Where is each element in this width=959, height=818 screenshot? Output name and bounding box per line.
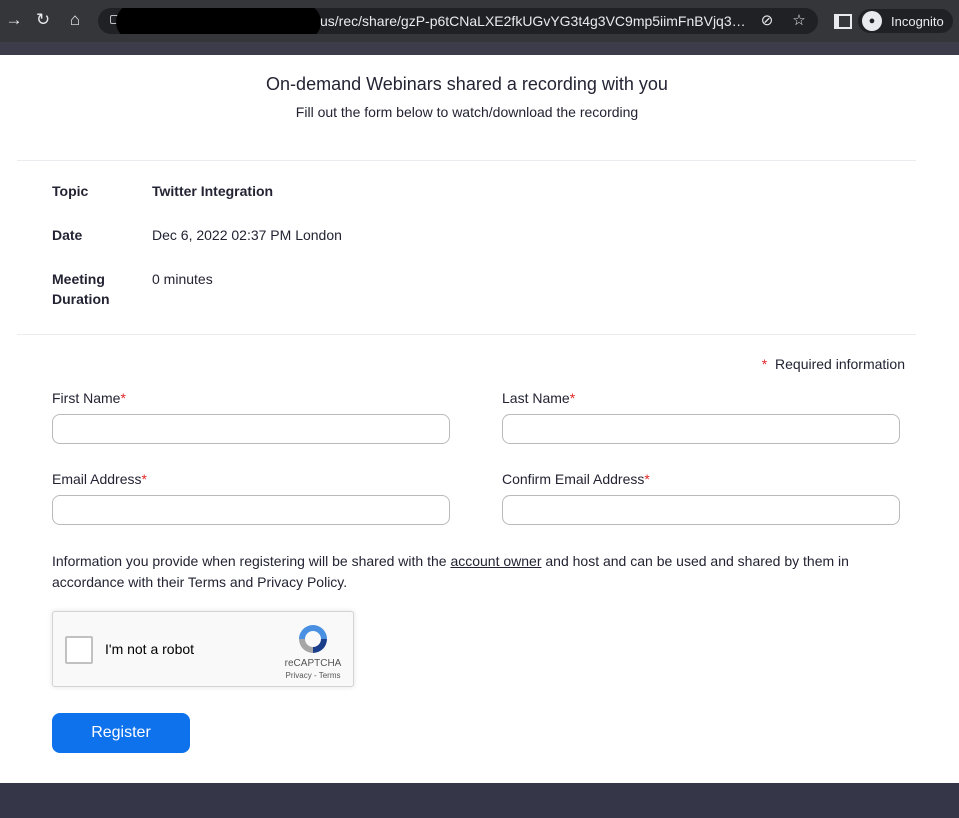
required-star: * (761, 356, 768, 372)
toolbar-strip (0, 42, 959, 55)
first-name-label: First Name* (52, 390, 126, 406)
recaptcha-logo-icon (299, 625, 327, 653)
duration-value: 0 minutes (152, 271, 213, 287)
required-star: * (644, 471, 650, 487)
recaptcha-widget: I'm not a robot reCAPTCHA Privacy - Term… (52, 611, 354, 687)
reload-icon[interactable]: ↻ (33, 10, 53, 30)
confirm-email-label-text: Confirm Email Address (502, 471, 645, 487)
redaction-mark (116, 8, 321, 34)
notice-text-start: Information you provide when registering… (52, 553, 451, 569)
first-name-input[interactable] (52, 414, 450, 444)
page-title: On-demand Webinars shared a recording wi… (266, 74, 668, 94)
email-input[interactable] (52, 495, 450, 525)
required-note: * Required information (762, 356, 905, 372)
eye-off-icon[interactable]: ⊘ (758, 12, 776, 30)
last-name-label: Last Name* (502, 390, 575, 406)
duration-label-line1: Meeting (52, 271, 105, 287)
recaptcha-checkbox[interactable] (65, 636, 93, 664)
divider (17, 160, 916, 161)
incognito-badge[interactable]: ● Incognito (858, 9, 953, 33)
browser-toolbar: → ↻ ⌂ us/rec/share/gzP-p6tCNaLXE2fkUGvYG… (0, 0, 959, 42)
recaptcha-brand: reCAPTCHA (284, 658, 342, 669)
page-subtitle: Fill out the form below to watch/downloa… (295, 104, 639, 120)
first-name-label-text: First Name (52, 390, 121, 406)
last-name-input[interactable] (502, 414, 900, 444)
page-footer (0, 783, 959, 818)
side-panel-icon[interactable] (834, 14, 852, 29)
confirm-email-input[interactable] (502, 495, 900, 525)
divider (17, 334, 916, 335)
required-star: * (569, 390, 576, 406)
duration-label: Meeting Duration (52, 269, 132, 309)
required-star: * (120, 390, 126, 406)
date-label: Date (52, 227, 83, 243)
duration-label-line2: Duration (52, 291, 110, 307)
date-value: Dec 6, 2022 02:37 PM London (152, 227, 342, 243)
confirm-email-label: Confirm Email Address* (502, 471, 650, 487)
recaptcha-label: I'm not a robot (105, 641, 195, 657)
topic-value: Twitter Integration (152, 183, 274, 199)
recaptcha-terms-link[interactable]: Privacy - Terms (275, 671, 351, 680)
required-note-text: Required information (775, 356, 905, 372)
url-text[interactable]: us/rec/share/gzP-p6tCNaLXE2fkUGvYG3t4g3V… (320, 13, 750, 29)
email-label-text: Email Address (52, 471, 142, 487)
required-star: * (141, 471, 147, 487)
email-label: Email Address* (52, 471, 147, 487)
register-button[interactable]: Register (52, 713, 190, 753)
privacy-notice: Information you provide when registering… (52, 551, 902, 593)
topic-label: Topic (52, 183, 89, 199)
star-icon[interactable]: ☆ (790, 12, 808, 30)
forward-arrow-icon[interactable]: → (4, 10, 24, 30)
incognito-icon: ● (862, 11, 882, 31)
home-icon[interactable]: ⌂ (65, 10, 85, 30)
incognito-label: Incognito (891, 14, 944, 29)
last-name-label-text: Last Name (502, 390, 570, 406)
address-bar[interactable]: us/rec/share/gzP-p6tCNaLXE2fkUGvYG3t4g3V… (98, 8, 818, 34)
account-owner-link[interactable]: account owner (450, 553, 541, 569)
